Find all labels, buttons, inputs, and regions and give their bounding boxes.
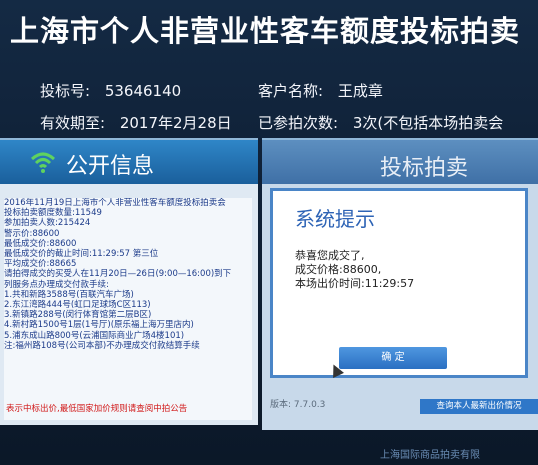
attempts-row: 已参拍次数: 3次(不包括本场拍卖会 (258, 112, 503, 133)
public-info-text: 2016年11月19日上海市个人非营业性客车额度投标拍卖会 投标拍卖额度数量:1… (4, 198, 252, 420)
dialog-line-time: 本场出价时间:11:29:57 (295, 277, 415, 290)
customer-row: 客户名称: 王成章 (258, 80, 383, 101)
bid-number-label: 投标号: (40, 82, 91, 100)
attempts-label: 已参拍次数: (258, 114, 339, 132)
info-line: 3.新镇路288号(闵行体育馆第二层B区) (4, 310, 152, 321)
bidding-header: 投标拍卖 (262, 140, 538, 184)
info-line: 列服务点办理成交付款手续: (4, 279, 109, 290)
public-info-panel: 公开信息 2016年11月19日上海市个人非营业性客车额度投标拍卖会 投标拍卖额… (0, 138, 258, 425)
info-line: 注:福州路108号(公司本部)不办理成交付款结算手续 (4, 340, 200, 351)
bidding-title: 投标拍卖 (380, 156, 469, 181)
info-line: 参加拍卖人数:215424 (4, 218, 91, 229)
valid-label: 有效期至: (40, 114, 106, 132)
info-line: 最低成交价:88600 (4, 238, 77, 249)
wifi-icon (30, 152, 56, 173)
info-line: 4.新村路1500号1层(1号厅)(原乐福上海万里店内) (4, 320, 194, 331)
dialog-title: 系统提示 (295, 207, 375, 231)
customer-value: 王成章 (337, 82, 383, 100)
info-line: 请拍得成交的买受人在11月20日—26日(9:00—16:00)到下 (4, 269, 232, 280)
footer-company: 上海国际商品拍卖有限 (380, 450, 480, 461)
info-line: 2016年11月19日上海市个人非营业性客车额度投标拍卖会 (4, 198, 226, 208)
info-line: 投标拍卖额度数量:11549 (4, 208, 102, 219)
ok-button[interactable]: 确 定 (339, 347, 447, 369)
dialog-line-congrats: 恭喜您成交了, (295, 249, 365, 262)
system-prompt-dialog: 系统提示 恭喜您成交了, 成交价格:88600, 本场出价时间:11:29:57… (270, 188, 528, 378)
info-line: 平均成交价:88665 (4, 259, 77, 270)
valid-value: 2017年2月28日 (119, 114, 232, 132)
version-label: 版本: 7.7.0.3 (270, 400, 326, 410)
attempts-value: 3次(不包括本场拍卖会 (352, 114, 504, 132)
page-title: 上海市个人非营业性客车额度投标拍卖 (10, 14, 521, 48)
info-line: 5.浦东成山路800号(云浦国际商业广场4楼101) (4, 330, 185, 341)
customer-label: 客户名称: (258, 82, 324, 100)
query-latest-bid-button[interactable]: 查询本人最新出价情况 (420, 399, 538, 414)
dialog-message: 恭喜您成交了, 成交价格:88600, 本场出价时间:11:29:57 (295, 249, 414, 291)
info-line: 2.东江湾路444号(虹口足球场C区113) (4, 300, 151, 311)
public-info-title: 公开信息 (66, 154, 155, 179)
bid-number-value: 53646140 (104, 82, 182, 100)
bid-number-row: 投标号: 53646140 (40, 80, 181, 101)
bidding-panel: 投标拍卖 系统提示 恭喜您成交了, 成交价格:88600, 本场出价时间:11:… (262, 138, 538, 430)
info-line: 1.共和新路3588号(百联汽车广场) (4, 289, 134, 300)
dialog-line-price: 成交价格:88600, (295, 263, 382, 276)
public-info-header: 公开信息 (0, 140, 258, 184)
info-line: 警示价:88600 (4, 228, 60, 239)
valid-row: 有效期至: 2017年2月28日 (40, 112, 232, 133)
info-line: 最低成交价的截止时间:11:29:57 第三位 (4, 249, 159, 260)
screen: 上海市个人非营业性客车额度投标拍卖 投标号: 53646140 客户名称: 王成… (0, 0, 538, 465)
red-note: 表示中标出价,最低国家加价规则请查阅中拍公告 (6, 403, 188, 414)
